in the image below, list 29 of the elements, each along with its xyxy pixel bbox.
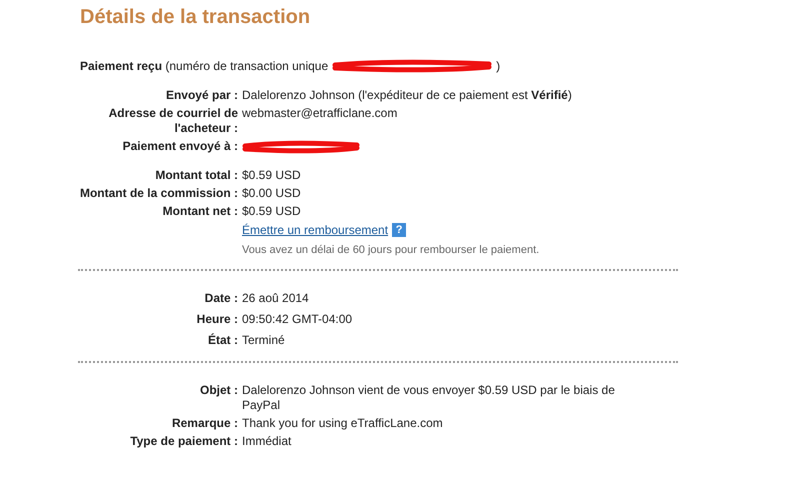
field-value: 26 aoû 2014 bbox=[242, 291, 309, 306]
field-label: Type de paiement : bbox=[129, 434, 239, 449]
field-value: Dalelorenzo Johnson (l'expéditeur de ce paiement est Vérifié) bbox=[242, 88, 572, 103]
field-value: Thank you for using eTrafficLane.com bbox=[242, 416, 443, 431]
field-label: Montant de la commission : bbox=[78, 186, 239, 201]
field-value: $0.00 USD bbox=[242, 186, 301, 201]
field-label: Heure : bbox=[196, 312, 239, 327]
help-icon[interactable]: ? bbox=[392, 223, 406, 237]
field-label: Montant total : bbox=[154, 168, 239, 183]
field-value: Immédiat bbox=[242, 434, 292, 449]
payment-received-text: Paiement reçu (numéro de transaction unique bbox=[80, 58, 328, 74]
field-label: Adresse de courriel de l'acheteur : bbox=[108, 106, 239, 136]
page-title: Détails de la transaction bbox=[80, 6, 312, 29]
refund-link[interactable]: Émettre un remboursement bbox=[242, 223, 388, 237]
field-value: webmaster@etrafficlane.com bbox=[242, 106, 398, 121]
field-value: 09:50:42 GMT-04:00 bbox=[242, 312, 352, 327]
field-value: Terminé bbox=[242, 333, 285, 348]
field-label: Paiement envoyé à : bbox=[122, 139, 239, 154]
field-value: Dalelorenzo Johnson vient de vous envoyer $0.59 USD par le biais de PayPal bbox=[242, 383, 616, 413]
field-label: Envoyé par : bbox=[164, 88, 239, 103]
field-value: $0.59 USD bbox=[242, 168, 301, 183]
field-label: État : bbox=[207, 333, 239, 348]
field-label: Objet : bbox=[199, 383, 239, 398]
field-value: $0.59 USD bbox=[242, 204, 301, 219]
closing-parenthesis: ) bbox=[496, 58, 500, 74]
field-label: Montant net : bbox=[162, 204, 239, 219]
field-label: Remarque : bbox=[170, 416, 239, 431]
refund-note: Vous avez un délai de 60 jours pour rembourser le paiement. bbox=[242, 244, 540, 256]
field-label: Date : bbox=[204, 291, 239, 306]
